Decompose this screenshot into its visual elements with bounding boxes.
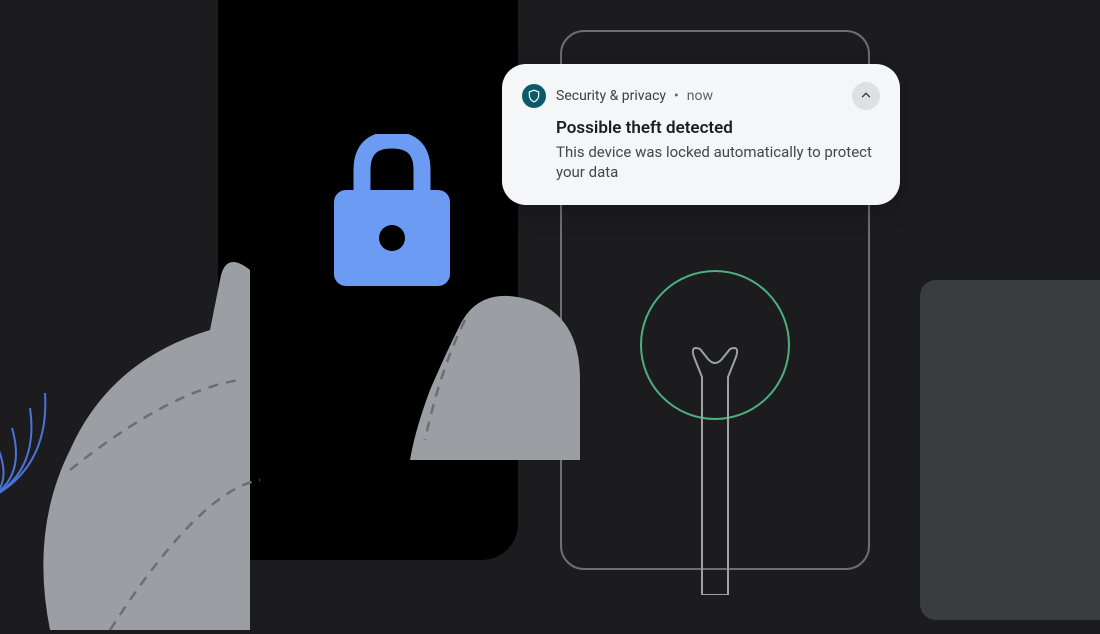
notification-header: Security & privacy • now [522, 82, 880, 110]
separator-dot: • [674, 88, 679, 104]
background-panel [920, 280, 1100, 620]
thumb-illustration [410, 260, 580, 460]
notification-app-name: Security & privacy [556, 88, 666, 104]
shield-icon [522, 84, 546, 108]
notification-body: Possible theft detected This device was … [556, 118, 880, 183]
notification-time: now [687, 88, 713, 104]
notification-card[interactable]: Security & privacy • now Possible theft … [502, 64, 900, 205]
tree-trunk-icon [688, 345, 742, 595]
collapse-button[interactable] [852, 82, 880, 110]
notification-title: Possible theft detected [556, 118, 880, 138]
notification-message: This device was locked automatically to … [556, 142, 880, 183]
chevron-up-icon [859, 87, 873, 106]
notification-meta: Security & privacy • now [556, 88, 713, 104]
